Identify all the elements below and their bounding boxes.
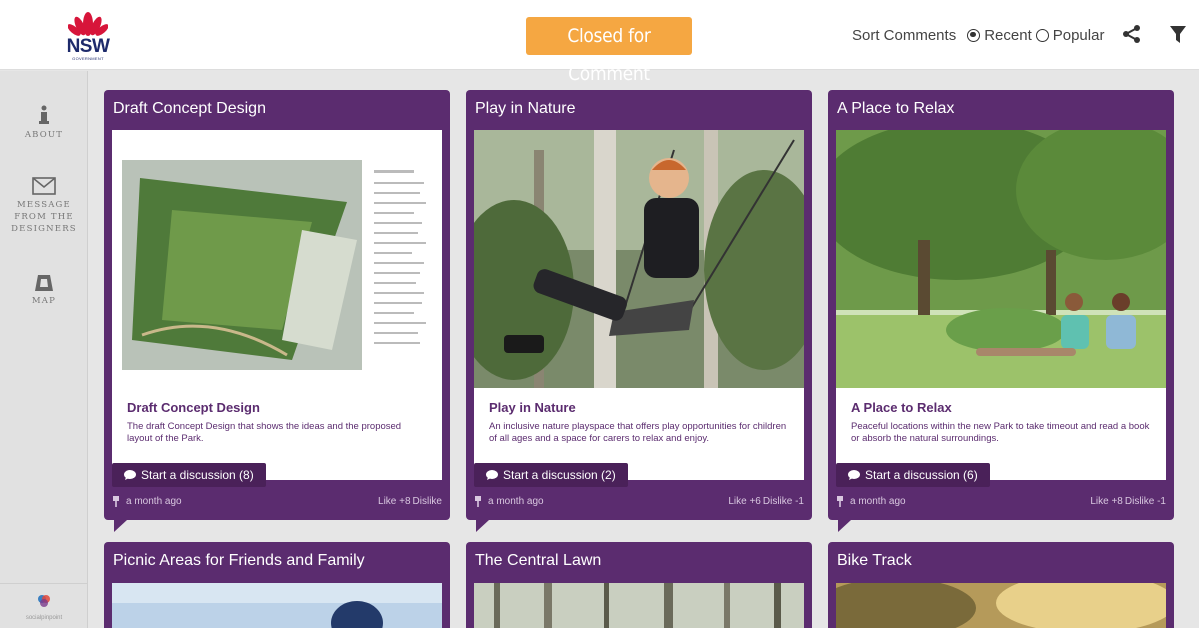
logo-subtext: GOVERNMENT — [72, 56, 104, 61]
concept-plan-image[interactable] — [112, 130, 442, 388]
card-title: The Central Lawn — [475, 552, 602, 569]
card-title: Play in Nature — [475, 100, 576, 117]
like-button[interactable]: Like +8 — [378, 496, 411, 507]
post-time: a month ago — [126, 496, 182, 507]
radio-checked-icon — [967, 28, 981, 42]
card-footer: a month ago Like +8 Dislike -1 — [836, 496, 1166, 512]
discussion-label: Start a discussion (6) — [865, 468, 978, 482]
speech-bubble-icon — [848, 470, 860, 480]
picnic-photo[interactable] — [112, 583, 442, 628]
card-body-description: Peaceful locations within the new Park t… — [851, 421, 1150, 444]
start-discussion-button[interactable]: Start a discussion (2) — [474, 463, 628, 487]
map-icon — [35, 275, 53, 291]
sort-recent-label: Recent — [984, 26, 1032, 44]
card-body-description: The draft Concept Design that shows the … — [127, 421, 402, 444]
central-lawn-photo[interactable] — [474, 583, 804, 628]
bike-track-photo[interactable] — [836, 583, 1166, 628]
envelope-icon — [32, 177, 56, 195]
sidebar-item-about[interactable]: ABOUT — [0, 105, 88, 141]
card-play-in-nature[interactable]: Play in Nature Play in Nature An inclusi… — [466, 90, 812, 532]
concept-plan-graphic — [112, 130, 442, 388]
post-time: a month ago — [850, 496, 906, 507]
dislike-button[interactable]: Dislike — [413, 496, 442, 507]
waratah-icon — [68, 12, 108, 36]
pin-icon — [475, 496, 481, 507]
share-icon[interactable] — [1122, 24, 1142, 44]
card-central-lawn[interactable]: The Central Lawn — [466, 542, 812, 628]
sort-popular-label: Popular — [1052, 26, 1105, 44]
speech-bubble-icon — [124, 470, 136, 480]
card-body-title: Draft Concept Design — [127, 400, 260, 415]
card-title: Draft Concept Design — [113, 100, 266, 117]
start-discussion-button[interactable]: Start a discussion (8) — [112, 463, 266, 487]
sidebar-item-label: MAP — [31, 296, 57, 306]
sort-label: Sort Comments — [852, 26, 957, 44]
card-body-description: An inclusive nature playspace that offer… — [489, 421, 787, 444]
nsw-logo[interactable]: NSW GOVERNMENT — [64, 10, 112, 62]
start-discussion-button[interactable]: Start a discussion (6) — [836, 463, 990, 487]
sort-recent-radio[interactable]: Recent — [967, 27, 1032, 44]
like-button[interactable]: Like +8 — [1090, 496, 1123, 507]
card-draft-concept[interactable]: Draft Concept Design Draft Concept Desig… — [104, 90, 450, 532]
card-title: A Place to Relax — [837, 100, 955, 117]
pinpoint-logo-icon — [38, 595, 50, 607]
like-button[interactable]: Like +6 — [728, 496, 761, 507]
discussion-label: Start a discussion (2) — [503, 468, 616, 482]
sort-popular-radio[interactable]: Popular — [1035, 26, 1105, 44]
child-swing-photo[interactable] — [474, 130, 804, 388]
post-time: a month ago — [488, 496, 544, 507]
sidebar: ABOUT MESSAGE FROM THE DESIGNERS MAP soc… — [0, 71, 88, 628]
picnic-photo-graphic — [112, 583, 442, 628]
pin-icon — [837, 496, 843, 507]
sidebar-item-label: MESSAGE FROM THE DESIGNERS — [11, 200, 77, 234]
sort-comments: Sort Comments Recent Popular — [852, 24, 1104, 46]
lawn-photo-graphic — [474, 583, 804, 628]
pin-icon — [113, 496, 119, 507]
dislike-button[interactable]: Dislike -1 — [763, 496, 804, 507]
card-title: Bike Track — [837, 552, 912, 569]
card-body-title: Play in Nature — [489, 400, 576, 415]
card-body-title: A Place to Relax — [851, 400, 952, 415]
card-place-to-relax[interactable]: A Place to Relax A Place to Relax Peacef… — [828, 90, 1174, 532]
relax-park-photo[interactable] — [836, 130, 1166, 388]
sidebar-item-label: ABOUT — [24, 130, 64, 140]
card-footer: a month ago Like +6 Dislike -1 — [474, 496, 804, 512]
discussion-label: Start a discussion (8) — [141, 468, 254, 482]
card-bike-track[interactable]: Bike Track — [828, 542, 1174, 628]
card-title: Picnic Areas for Friends and Family — [113, 552, 365, 569]
radio-unchecked-icon — [1035, 28, 1049, 42]
logo-text: NSW — [66, 36, 110, 57]
sidebar-item-message[interactable]: MESSAGE FROM THE DESIGNERS — [0, 177, 88, 235]
socialpinpoint-text: socialpinpoint — [25, 615, 63, 621]
top-header: NSW GOVERNMENT Closed for Comment Sort C… — [0, 0, 1199, 85]
swing-photo-graphic — [474, 130, 804, 388]
card-picnic-areas[interactable]: Picnic Areas for Friends and Family — [104, 542, 450, 628]
relax-photo-graphic — [836, 130, 1166, 388]
filter-icon[interactable] — [1170, 26, 1186, 44]
socialpinpoint-logo[interactable]: socialpinpoint — [0, 583, 88, 628]
status-badge: Closed for Comment — [526, 17, 692, 85]
bike-photo-graphic — [836, 583, 1166, 628]
card-pointer — [838, 520, 851, 532]
info-icon — [39, 105, 49, 124]
card-pointer — [476, 520, 489, 532]
card-footer: a month ago Like +8 Dislike — [112, 496, 442, 512]
speech-bubble-icon — [486, 470, 498, 480]
sidebar-item-map[interactable]: MAP — [0, 275, 88, 307]
card-pointer — [114, 520, 127, 532]
dislike-button[interactable]: Dislike -1 — [1125, 496, 1166, 507]
